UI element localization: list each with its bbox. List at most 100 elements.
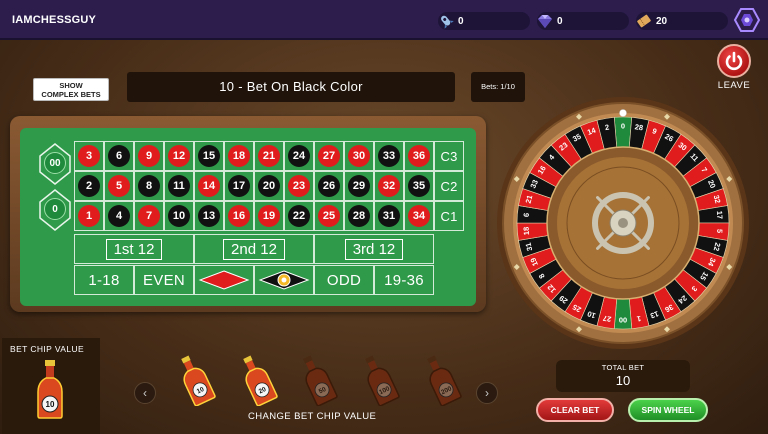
chip-option-20[interactable]: 20 [234, 352, 280, 406]
bet-number-31[interactable]: 31 [374, 201, 404, 231]
bet-red[interactable] [194, 265, 254, 295]
black-diamond-icon [258, 270, 310, 290]
username: IAMCHESSGUY [12, 14, 97, 26]
bet-number-8[interactable]: 8 [134, 171, 164, 201]
bet-number-14[interactable]: 14 [194, 171, 224, 201]
current-bet-title: 10 - Bet On Black Color [127, 72, 455, 102]
selected-chip-value: 10 [46, 400, 55, 409]
bet-number-20[interactable]: 20 [254, 171, 284, 201]
bet-number-28[interactable]: 28 [344, 201, 374, 231]
number-chip: 13 [198, 205, 220, 227]
ticket-balance-value: 20 [656, 15, 668, 27]
bet-number-2[interactable]: 2 [74, 171, 104, 201]
bet-number-13[interactable]: 13 [194, 201, 224, 231]
chip-option-10[interactable]: 10 [172, 352, 218, 406]
chip-option-200[interactable]: 200 [418, 352, 464, 406]
chips-next-button[interactable]: › [476, 382, 498, 404]
bet-number-18[interactable]: 18 [224, 141, 254, 171]
bet-odd[interactable]: ODD [314, 265, 374, 295]
leave-button[interactable] [717, 44, 751, 78]
number-chip: 30 [348, 145, 370, 167]
bet-number-12[interactable]: 12 [164, 141, 194, 171]
bet-column-c2[interactable]: C2 [434, 171, 464, 201]
wheel-pocket-number: 27 [602, 314, 612, 324]
bet-number-29[interactable]: 29 [344, 171, 374, 201]
bet-number-36[interactable]: 36 [404, 141, 434, 171]
bet-even[interactable]: EVEN [134, 265, 194, 295]
bet-number-6[interactable]: 6 [104, 141, 134, 171]
bet-number-9[interactable]: 9 [134, 141, 164, 171]
number-chip: 26 [318, 175, 340, 197]
number-chip: 23 [288, 175, 310, 197]
selected-chip-bottle-icon: 10 [37, 360, 63, 419]
chevron-right-icon: › [485, 386, 489, 400]
bet-number-5[interactable]: 5 [104, 171, 134, 201]
chips-prev-button[interactable]: ‹ [134, 382, 156, 404]
bet-number-21[interactable]: 21 [254, 141, 284, 171]
number-chip: 21 [258, 145, 280, 167]
bet-3rd-12[interactable]: 3rd 12 [314, 234, 434, 264]
bet-00[interactable]: 00 [38, 142, 72, 185]
bet-2nd-12[interactable]: 2nd 12 [194, 234, 314, 264]
bet-number-17[interactable]: 17 [224, 171, 254, 201]
bet-number-19[interactable]: 19 [254, 201, 284, 231]
number-chip: 11 [168, 175, 190, 197]
bet-0[interactable]: 0 [38, 188, 72, 231]
bet-number-33[interactable]: 33 [374, 141, 404, 171]
bet-1-18[interactable]: 1-18 [74, 265, 134, 295]
rocket-balance-value: 0 [458, 15, 464, 27]
bet-number-4[interactable]: 4 [104, 201, 134, 231]
dozen-label: 2nd 12 [223, 238, 285, 260]
number-chip: 15 [198, 145, 220, 167]
number-chip: 2 [78, 175, 100, 197]
total-bet-value: 10 [615, 373, 631, 388]
complex-bets-line2: COMPLEX BETS [41, 90, 101, 99]
bet-number-11[interactable]: 11 [164, 171, 194, 201]
number-chip: 10 [168, 205, 190, 227]
bet-number-1[interactable]: 1 [74, 201, 104, 231]
bet-number-32[interactable]: 32 [374, 171, 404, 201]
bet-19-36[interactable]: 19-36 [374, 265, 434, 295]
number-chip: 17 [228, 175, 250, 197]
bet-number-23[interactable]: 23 [284, 171, 314, 201]
bet-number-35[interactable]: 35 [404, 171, 434, 201]
bet-number-10[interactable]: 10 [164, 201, 194, 231]
bet-number-27[interactable]: 27 [314, 141, 344, 171]
bet-column-c1[interactable]: C1 [434, 201, 464, 231]
bet-number-25[interactable]: 25 [314, 201, 344, 231]
chip-option-50[interactable]: 50 [294, 352, 340, 406]
bet-column-c3[interactable]: C3 [434, 141, 464, 171]
clear-bet-button[interactable]: CLEAR BET [536, 398, 614, 422]
bet-1st-12[interactable]: 1st 12 [74, 234, 194, 264]
bet-number-7[interactable]: 7 [134, 201, 164, 231]
bet-black[interactable] [254, 265, 314, 295]
number-chip: 29 [348, 175, 370, 197]
number-chip: 18 [228, 145, 250, 167]
rocket-balance: 0 [438, 12, 530, 30]
top-bar: IAMCHESSGUY 0 0 20 [0, 0, 768, 40]
dozen-label: 1st 12 [105, 238, 163, 260]
number-chip: 12 [168, 145, 190, 167]
show-complex-bets-button[interactable]: SHOW COMPLEX BETS [33, 78, 109, 101]
chip-option-100[interactable]: 100 [356, 352, 402, 406]
bet-number-22[interactable]: 22 [284, 201, 314, 231]
bet-number-30[interactable]: 30 [344, 141, 374, 171]
spin-wheel-button[interactable]: SPIN WHEEL [628, 398, 708, 422]
number-chip: 32 [378, 175, 400, 197]
wheel-pocket-number: 6 [522, 213, 531, 218]
bet-number-34[interactable]: 34 [404, 201, 434, 231]
number-chip: 28 [348, 205, 370, 227]
bet-number-26[interactable]: 26 [314, 171, 344, 201]
zero-chip: 0 [44, 198, 66, 220]
bet-number-3[interactable]: 3 [74, 141, 104, 171]
number-chip: 34 [408, 205, 430, 227]
bet-number-15[interactable]: 15 [194, 141, 224, 171]
number-chip: 19 [258, 205, 280, 227]
bet-number-24[interactable]: 24 [284, 141, 314, 171]
total-bet-box: TOTAL BET 10 [556, 360, 690, 392]
number-chip: 3 [78, 145, 100, 167]
number-chip: 35 [408, 175, 430, 197]
change-bet-chip-value-label: CHANGE BET CHIP VALUE [248, 411, 377, 422]
bet-number-16[interactable]: 16 [224, 201, 254, 231]
number-chip: 7 [138, 205, 160, 227]
